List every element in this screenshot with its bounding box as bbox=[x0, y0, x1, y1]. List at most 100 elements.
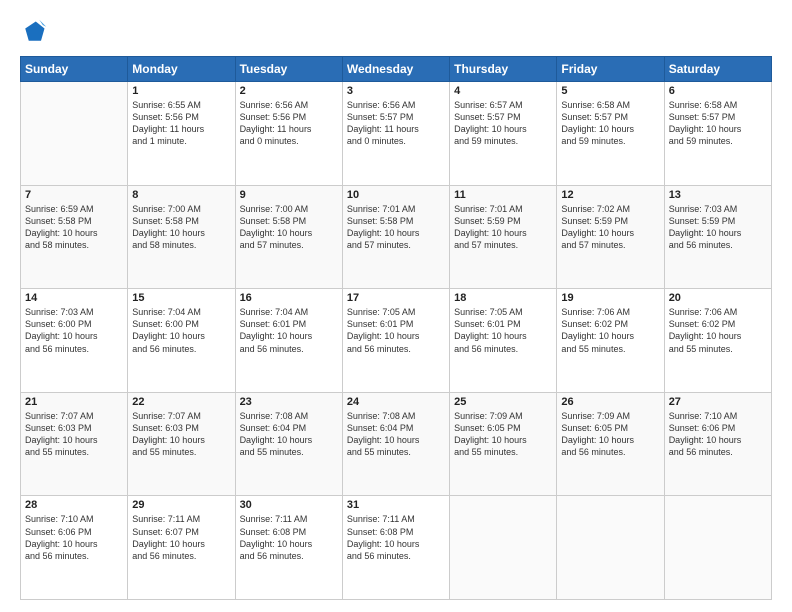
calendar-cell: 3 Sunrise: 6:56 AM Sunset: 5:57 PM Daylig… bbox=[342, 82, 449, 186]
day-info: Sunrise: 7:01 AM Sunset: 5:58 PM Dayligh… bbox=[347, 203, 445, 252]
calendar-week-2: 7 Sunrise: 6:59 AM Sunset: 5:58 PM Daylig… bbox=[21, 185, 772, 289]
calendar-header-sunday: Sunday bbox=[21, 57, 128, 82]
calendar-week-1: 1 Sunrise: 6:55 AM Sunset: 5:56 PM Daylig… bbox=[21, 82, 772, 186]
day-info: Sunrise: 7:11 AM Sunset: 6:08 PM Dayligh… bbox=[240, 513, 338, 562]
day-number: 19 bbox=[561, 292, 659, 304]
calendar-cell: 12 Sunrise: 7:02 AM Sunset: 5:59 PM Dayli… bbox=[557, 185, 664, 289]
day-number: 5 bbox=[561, 85, 659, 97]
day-number: 21 bbox=[25, 396, 123, 408]
day-info: Sunrise: 6:56 AM Sunset: 5:57 PM Dayligh… bbox=[347, 99, 445, 148]
day-info: Sunrise: 7:03 AM Sunset: 6:00 PM Dayligh… bbox=[25, 306, 123, 355]
day-info: Sunrise: 7:00 AM Sunset: 5:58 PM Dayligh… bbox=[240, 203, 338, 252]
page: SundayMondayTuesdayWednesdayThursdayFrid… bbox=[0, 0, 792, 612]
day-info: Sunrise: 7:03 AM Sunset: 5:59 PM Dayligh… bbox=[669, 203, 767, 252]
calendar-cell: 23 Sunrise: 7:08 AM Sunset: 6:04 PM Dayli… bbox=[235, 392, 342, 496]
calendar-cell bbox=[557, 496, 664, 600]
day-number: 12 bbox=[561, 189, 659, 201]
day-info: Sunrise: 7:08 AM Sunset: 6:04 PM Dayligh… bbox=[347, 410, 445, 459]
calendar-cell: 8 Sunrise: 7:00 AM Sunset: 5:58 PM Daylig… bbox=[128, 185, 235, 289]
day-info: Sunrise: 7:11 AM Sunset: 6:07 PM Dayligh… bbox=[132, 513, 230, 562]
calendar-cell: 22 Sunrise: 7:07 AM Sunset: 6:03 PM Dayli… bbox=[128, 392, 235, 496]
calendar-table: SundayMondayTuesdayWednesdayThursdayFrid… bbox=[20, 56, 772, 600]
calendar-cell: 6Sunrise: 6:58 AM Sunset: 5:57 PM Daylig… bbox=[664, 82, 771, 186]
calendar-cell: 7 Sunrise: 6:59 AM Sunset: 5:58 PM Daylig… bbox=[21, 185, 128, 289]
day-number: 14 bbox=[25, 292, 123, 304]
logo-icon bbox=[20, 18, 48, 46]
day-info: Sunrise: 7:04 AM Sunset: 6:00 PM Dayligh… bbox=[132, 306, 230, 355]
day-number: 13 bbox=[669, 189, 767, 201]
calendar-cell: 4 Sunrise: 6:57 AM Sunset: 5:57 PM Daylig… bbox=[450, 82, 557, 186]
day-info: Sunrise: 7:09 AM Sunset: 6:05 PM Dayligh… bbox=[454, 410, 552, 459]
day-number: 2 bbox=[240, 85, 338, 97]
calendar-header-row: SundayMondayTuesdayWednesdayThursdayFrid… bbox=[21, 57, 772, 82]
calendar-header-wednesday: Wednesday bbox=[342, 57, 449, 82]
calendar-cell bbox=[664, 496, 771, 600]
day-info: Sunrise: 7:07 AM Sunset: 6:03 PM Dayligh… bbox=[132, 410, 230, 459]
calendar-cell: 5Sunrise: 6:58 AM Sunset: 5:57 PM Daylig… bbox=[557, 82, 664, 186]
calendar-cell: 18Sunrise: 7:05 AM Sunset: 6:01 PM Dayli… bbox=[450, 289, 557, 393]
calendar-cell: 16Sunrise: 7:04 AM Sunset: 6:01 PM Dayli… bbox=[235, 289, 342, 393]
calendar-cell: 13 Sunrise: 7:03 AM Sunset: 5:59 PM Dayli… bbox=[664, 185, 771, 289]
calendar-cell: 10 Sunrise: 7:01 AM Sunset: 5:58 PM Dayli… bbox=[342, 185, 449, 289]
calendar-week-3: 14 Sunrise: 7:03 AM Sunset: 6:00 PM Dayli… bbox=[21, 289, 772, 393]
day-info: Sunrise: 7:10 AM Sunset: 6:06 PM Dayligh… bbox=[669, 410, 767, 459]
day-info: Sunrise: 6:55 AM Sunset: 5:56 PM Dayligh… bbox=[132, 99, 230, 148]
day-number: 11 bbox=[454, 189, 552, 201]
calendar-header-monday: Monday bbox=[128, 57, 235, 82]
calendar-cell: 19 Sunrise: 7:06 AM Sunset: 6:02 PM Dayli… bbox=[557, 289, 664, 393]
day-number: 4 bbox=[454, 85, 552, 97]
day-number: 31 bbox=[347, 499, 445, 511]
day-info: Sunrise: 7:00 AM Sunset: 5:58 PM Dayligh… bbox=[132, 203, 230, 252]
calendar-cell bbox=[21, 82, 128, 186]
day-info: Sunrise: 7:05 AM Sunset: 6:01 PM Dayligh… bbox=[347, 306, 445, 355]
calendar-cell: 15 Sunrise: 7:04 AM Sunset: 6:00 PM Dayli… bbox=[128, 289, 235, 393]
day-number: 25 bbox=[454, 396, 552, 408]
calendar-week-5: 28Sunrise: 7:10 AM Sunset: 6:06 PM Dayli… bbox=[21, 496, 772, 600]
day-info: Sunrise: 7:02 AM Sunset: 5:59 PM Dayligh… bbox=[561, 203, 659, 252]
day-number: 30 bbox=[240, 499, 338, 511]
calendar-header-tuesday: Tuesday bbox=[235, 57, 342, 82]
day-info: Sunrise: 7:11 AM Sunset: 6:08 PM Dayligh… bbox=[347, 513, 445, 562]
day-info: Sunrise: 7:08 AM Sunset: 6:04 PM Dayligh… bbox=[240, 410, 338, 459]
day-number: 18 bbox=[454, 292, 552, 304]
day-number: 17 bbox=[347, 292, 445, 304]
day-number: 27 bbox=[669, 396, 767, 408]
logo bbox=[20, 18, 52, 46]
day-number: 7 bbox=[25, 189, 123, 201]
day-info: Sunrise: 6:56 AM Sunset: 5:56 PM Dayligh… bbox=[240, 99, 338, 148]
calendar-cell: 26 Sunrise: 7:09 AM Sunset: 6:05 PM Dayli… bbox=[557, 392, 664, 496]
calendar-header-thursday: Thursday bbox=[450, 57, 557, 82]
calendar-cell: 30 Sunrise: 7:11 AM Sunset: 6:08 PM Dayli… bbox=[235, 496, 342, 600]
calendar-cell: 27 Sunrise: 7:10 AM Sunset: 6:06 PM Dayli… bbox=[664, 392, 771, 496]
day-number: 10 bbox=[347, 189, 445, 201]
day-number: 3 bbox=[347, 85, 445, 97]
calendar-cell: 28Sunrise: 7:10 AM Sunset: 6:06 PM Dayli… bbox=[21, 496, 128, 600]
day-info: Sunrise: 7:06 AM Sunset: 6:02 PM Dayligh… bbox=[561, 306, 659, 355]
day-number: 1 bbox=[132, 85, 230, 97]
calendar-cell: 31 Sunrise: 7:11 AM Sunset: 6:08 PM Dayli… bbox=[342, 496, 449, 600]
calendar-cell: 14 Sunrise: 7:03 AM Sunset: 6:00 PM Dayli… bbox=[21, 289, 128, 393]
day-number: 23 bbox=[240, 396, 338, 408]
day-info: Sunrise: 6:59 AM Sunset: 5:58 PM Dayligh… bbox=[25, 203, 123, 252]
calendar-cell bbox=[450, 496, 557, 600]
calendar-header-friday: Friday bbox=[557, 57, 664, 82]
day-number: 9 bbox=[240, 189, 338, 201]
calendar-cell: 25 Sunrise: 7:09 AM Sunset: 6:05 PM Dayli… bbox=[450, 392, 557, 496]
calendar-cell: 20 Sunrise: 7:06 AM Sunset: 6:02 PM Dayli… bbox=[664, 289, 771, 393]
day-number: 20 bbox=[669, 292, 767, 304]
calendar-cell: 2 Sunrise: 6:56 AM Sunset: 5:56 PM Daylig… bbox=[235, 82, 342, 186]
day-info: Sunrise: 7:04 AM Sunset: 6:01 PM Dayligh… bbox=[240, 306, 338, 355]
day-number: 26 bbox=[561, 396, 659, 408]
day-info: Sunrise: 7:06 AM Sunset: 6:02 PM Dayligh… bbox=[669, 306, 767, 355]
header bbox=[20, 18, 772, 46]
day-info: Sunrise: 7:09 AM Sunset: 6:05 PM Dayligh… bbox=[561, 410, 659, 459]
day-info: Sunrise: 7:07 AM Sunset: 6:03 PM Dayligh… bbox=[25, 410, 123, 459]
day-number: 15 bbox=[132, 292, 230, 304]
day-info: Sunrise: 6:58 AM Sunset: 5:57 PM Dayligh… bbox=[669, 99, 767, 148]
calendar-header-saturday: Saturday bbox=[664, 57, 771, 82]
day-info: Sunrise: 6:57 AM Sunset: 5:57 PM Dayligh… bbox=[454, 99, 552, 148]
day-number: 24 bbox=[347, 396, 445, 408]
day-number: 22 bbox=[132, 396, 230, 408]
day-info: Sunrise: 7:01 AM Sunset: 5:59 PM Dayligh… bbox=[454, 203, 552, 252]
day-number: 8 bbox=[132, 189, 230, 201]
